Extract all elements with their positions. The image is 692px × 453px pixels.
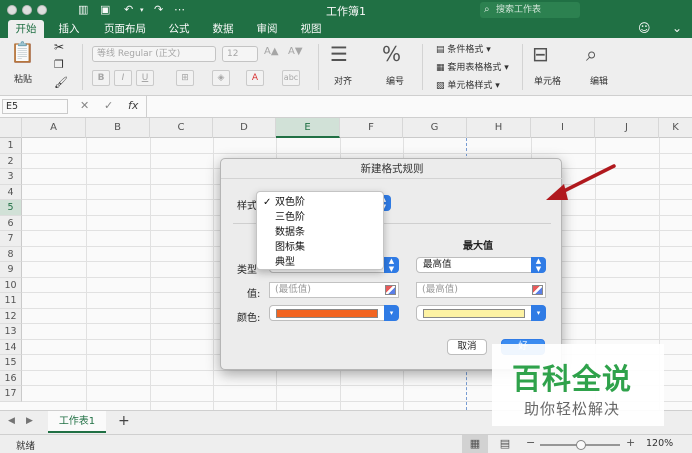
range-picker-icon[interactable] <box>385 285 396 295</box>
menu-item-two-color-scale[interactable]: ✓ 双色阶 <box>257 195 385 210</box>
value-label: 值: <box>247 289 261 300</box>
style-label: 样式 <box>237 201 257 212</box>
min-color-picker[interactable]: ▾ <box>269 305 399 321</box>
max-column-header: 最大值 <box>463 241 493 252</box>
menu-item-data-bar[interactable]: 数据条 <box>257 225 385 240</box>
min-value-placeholder: (最低值) <box>275 284 311 295</box>
max-type-arrow-icon: ▲ ▼ <box>531 257 546 273</box>
max-color-picker[interactable]: ▾ <box>416 305 546 321</box>
range-picker-icon[interactable] <box>532 285 543 295</box>
watermark-subtitle: 助你轻松解决 <box>524 400 621 418</box>
min-color-swatch <box>276 309 378 318</box>
max-value-placeholder: (最高值) <box>422 284 458 295</box>
menu-item-label: 双色阶 <box>275 197 305 208</box>
max-color-arrow-icon: ▾ <box>531 305 546 321</box>
cancel-button[interactable]: 取消 <box>447 339 487 355</box>
annotation-arrow-icon <box>546 164 616 200</box>
menu-item-icon-set[interactable]: 图标集 <box>257 240 385 255</box>
max-color-swatch <box>423 309 525 318</box>
type-label: 类型 <box>237 265 257 276</box>
max-type-value: 最高值 <box>423 259 452 270</box>
checkmark-icon: ✓ <box>263 197 272 208</box>
menu-item-three-color-scale[interactable]: 三色阶 <box>257 210 385 225</box>
min-type-arrow-icon: ▲ ▼ <box>384 257 399 273</box>
style-dropdown-menu: ✓ 双色阶 三色阶 数据条 图标集 典型 <box>256 191 384 270</box>
menu-item-classic[interactable]: 典型 <box>257 255 385 270</box>
watermark-title: 百科全说 <box>512 362 633 396</box>
color-label: 颜色: <box>237 313 261 324</box>
min-color-arrow-icon: ▾ <box>384 305 399 321</box>
watermark-logo: 百科全说 助你轻松解决 <box>492 344 664 426</box>
max-value-input[interactable]: (最高值) <box>416 282 546 298</box>
max-type-select[interactable]: 最高值 ▲ ▼ <box>416 257 546 273</box>
min-value-input[interactable]: (最低值) <box>269 282 399 298</box>
dialog-title: 新建格式规则 <box>221 159 563 179</box>
